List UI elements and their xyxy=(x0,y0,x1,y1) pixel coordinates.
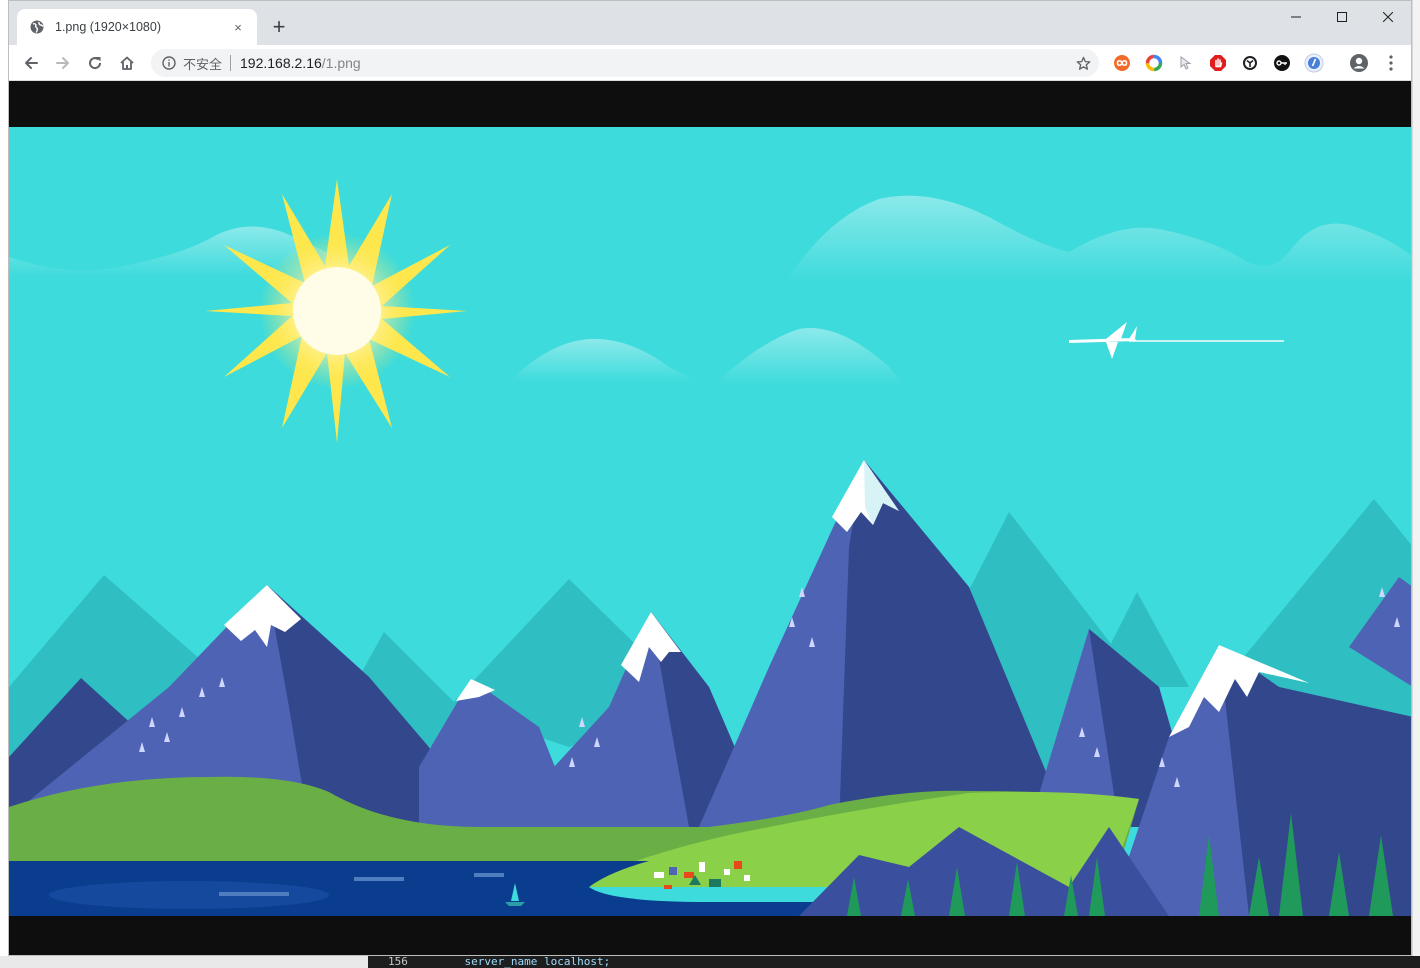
wallpaper-image xyxy=(9,127,1411,916)
reload-icon xyxy=(89,57,102,70)
forward-button[interactable] xyxy=(49,49,77,77)
url-path: /1.png xyxy=(321,55,361,71)
profile-icon[interactable] xyxy=(1349,53,1369,73)
reload-button[interactable] xyxy=(81,49,109,77)
minimize-icon[interactable] xyxy=(1273,1,1319,33)
arrow-right-icon xyxy=(56,57,69,69)
key-extension-icon[interactable] xyxy=(1272,53,1292,73)
adblock-extension-icon[interactable] xyxy=(1208,53,1228,73)
line-number: 156 xyxy=(388,956,408,968)
tab-strip: 1.png (1920×1080) × + xyxy=(9,1,1411,45)
security-status-label: 不安全 xyxy=(183,56,223,72)
close-icon[interactable] xyxy=(1365,1,1411,33)
home-button[interactable] xyxy=(113,49,141,77)
url-host: 192.168.2.16 xyxy=(240,55,322,71)
window-controls xyxy=(1273,1,1411,33)
color-ring-extension-icon[interactable] xyxy=(1144,53,1164,73)
globe-icon xyxy=(29,19,45,35)
new-tab-button[interactable]: + xyxy=(267,15,291,39)
browser-window: 1.png (1920×1080) × + 不安全 192.168.2.16 /… xyxy=(8,0,1412,956)
omnibox-divider xyxy=(230,55,232,71)
home-icon xyxy=(120,56,134,70)
background-editor-strip: 156 server_name localhost; xyxy=(0,956,1420,968)
desktop-background-edge xyxy=(1412,0,1420,968)
back-button[interactable] xyxy=(17,49,45,77)
cursor-extension-icon[interactable] xyxy=(1176,53,1196,73)
browser-tab[interactable]: 1.png (1920×1080) × xyxy=(17,9,257,45)
tab-close-icon[interactable]: × xyxy=(229,18,247,36)
star-icon[interactable] xyxy=(1073,53,1093,73)
tab-title: 1.png (1920×1080) xyxy=(55,20,161,34)
kebab-menu-icon[interactable] xyxy=(1381,53,1401,73)
sync-extension-icon[interactable] xyxy=(1240,53,1260,73)
image-viewer xyxy=(9,81,1411,955)
infinity-extension-icon[interactable] xyxy=(1112,53,1132,73)
info-icon[interactable] xyxy=(161,55,177,71)
shield-extension-icon[interactable] xyxy=(1304,53,1324,73)
mountain-landscape-illustration xyxy=(9,127,1411,916)
browser-toolbar: 不安全 192.168.2.16 /1.png xyxy=(9,45,1411,81)
code-text: server_name localhost; xyxy=(464,956,611,968)
arrow-left-icon xyxy=(25,57,38,69)
background-code-line: 156 server_name localhost; xyxy=(368,956,1420,968)
maximize-icon[interactable] xyxy=(1319,1,1365,33)
address-bar[interactable]: 不安全 192.168.2.16 /1.png xyxy=(151,49,1099,77)
